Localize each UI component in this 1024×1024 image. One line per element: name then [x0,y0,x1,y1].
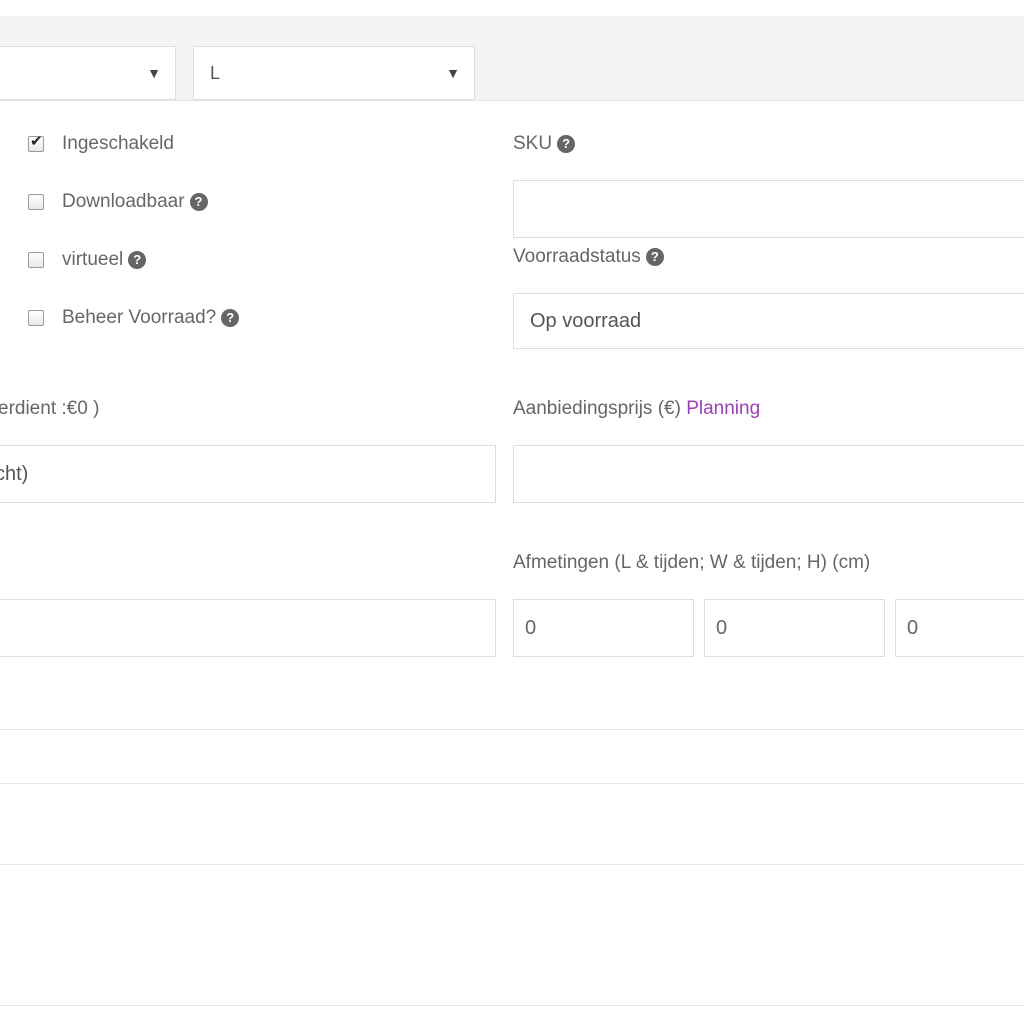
help-icon[interactable]: ? [128,251,147,269]
stock-status-label-group: Voorraadstatus? [513,246,664,268]
dimensions-label: Afmetingen (L & tijden; W & tijden; H) (… [513,552,871,573]
variation-header-bar: ▼ L ▼ [0,16,1024,101]
width-input[interactable]: 0 [704,599,885,657]
height-input[interactable]: 0 [895,599,1024,657]
section-divider [0,729,1024,730]
section-divider [0,1005,1024,1006]
sale-price-label-group: Aanbiedingsprijs (€) Planning [513,398,760,420]
regular-price-label: erdient :€0 ) [0,398,100,419]
manage-stock-checkbox[interactable] [28,310,44,326]
manage-stock-label: Beheer Voorraad? [62,307,217,328]
option-manage-stock[interactable]: Beheer Voorraad? ? [28,306,240,330]
schedule-link[interactable]: Planning [686,398,760,419]
dropdown-arrow-icon: ▼ [147,65,161,81]
option-downloadable[interactable]: Downloadbaar ? [28,190,208,214]
enabled-label: Ingeschakeld [62,133,174,154]
sku-label-group: SKU? [513,133,576,155]
sku-label: SKU [513,133,553,154]
enabled-checkbox[interactable]: ✔ [28,133,44,152]
help-icon[interactable]: ? [645,248,664,266]
attribute-select-size[interactable]: L ▼ [193,46,475,100]
section-divider [0,783,1024,784]
virtual-label: virtueel [62,249,124,270]
help-icon[interactable]: ? [221,309,240,327]
downloadable-checkbox[interactable] [28,194,44,210]
attribute-select-size-value: L [210,63,221,83]
stock-status-label: Voorraadstatus [513,246,641,267]
length-input[interactable]: 0 [513,599,694,657]
sale-price-label: Aanbiedingsprijs (€) [513,398,681,419]
section-divider [0,864,1024,865]
attribute-select-1[interactable]: ▼ [0,46,176,100]
option-virtual[interactable]: virtueel ? [28,248,147,272]
checkmark-icon: ✔ [30,133,43,150]
virtual-checkbox[interactable] [28,252,44,268]
dropdown-arrow-icon: ▼ [446,65,460,81]
help-icon[interactable]: ? [189,193,208,211]
help-icon[interactable]: ? [557,135,576,153]
sale-price-input[interactable] [513,445,1024,503]
stock-status-select[interactable]: Op voorraad [513,293,1024,349]
sku-input[interactable] [513,180,1024,238]
regular-price-input[interactable]: cht) [0,445,496,503]
downloadable-label: Downloadbaar [62,191,185,212]
option-enabled[interactable]: ✔ Ingeschakeld [28,132,174,156]
weight-input[interactable] [0,599,496,657]
